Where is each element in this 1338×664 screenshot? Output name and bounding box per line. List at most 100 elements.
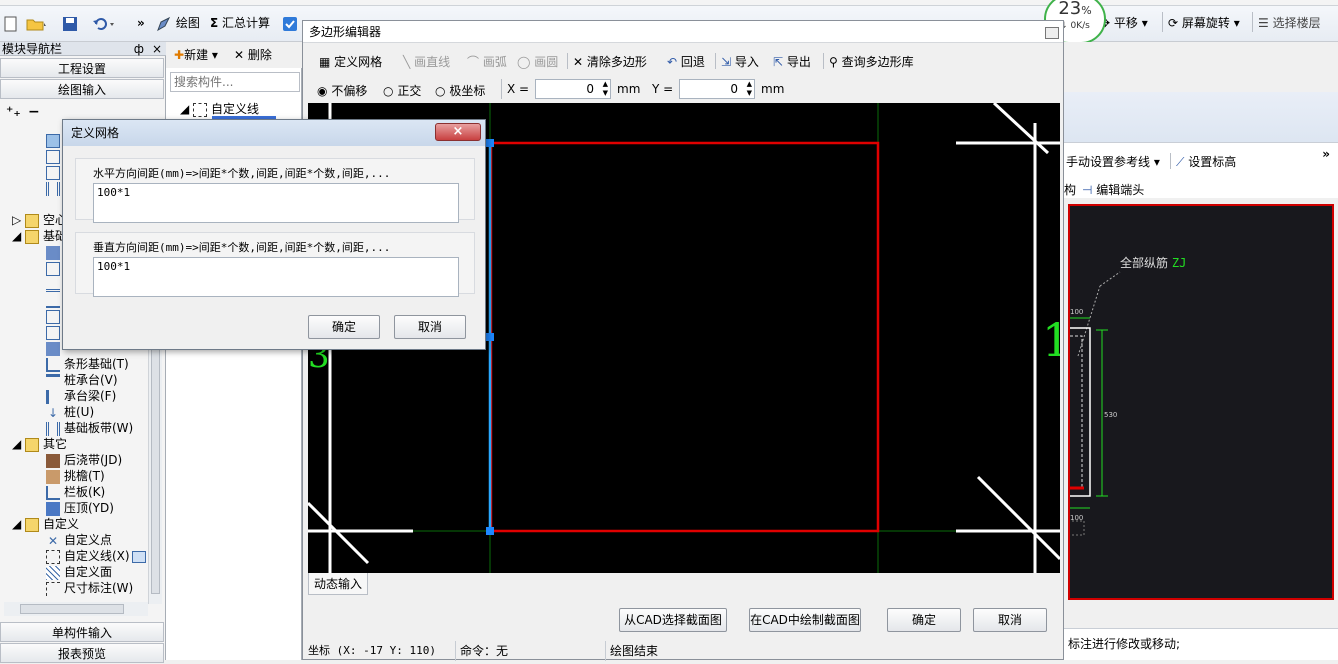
pin-icon[interactable]: ф [134,42,144,56]
component-icon [46,278,60,292]
close-icon[interactable]: × [152,42,162,56]
draw-button[interactable]: 绘图 [156,12,200,34]
open-folder-icon[interactable] [26,12,48,34]
check-icon[interactable] [282,12,298,34]
tree-item-pile[interactable]: ↓ 桩(U) [46,404,94,420]
draw-line-label: 画直线 [414,55,451,69]
network-percent: 23 [1058,0,1082,19]
tree-group-empty[interactable]: ▷ 空心 [12,212,67,228]
tree-horizontal-scrollbar[interactable] [4,602,148,616]
component-search-input[interactable] [170,72,300,92]
new-file-icon[interactable] [4,12,18,34]
more-tools-icon[interactable]: » [1322,147,1330,161]
scrollbar-thumb[interactable] [20,604,124,614]
toolbar-overflow-icon[interactable]: » [137,12,145,34]
radio-ortho[interactable]: ○ 正交 [383,82,421,99]
toolbar-separator [567,53,568,69]
section-preview-canvas[interactable]: 全部纵筋 ZJ 100 530 100 [1059,204,1334,600]
drawing-input-button[interactable]: 绘图输入 [0,79,164,99]
tree-item-custom-face[interactable]: 自定义面 [46,564,112,580]
dialog-cancel-button[interactable]: 取消 [394,315,466,339]
draw-arc-button[interactable]: ⌒ 画弧 [467,53,507,70]
editor-coordinate-bar: ◉ 不偏移 ○ 正交 ○ 极坐标 X = 0 ▲ ▼ mm Y = 0 ▲ ▼ mm [307,77,1061,101]
radio-polar[interactable]: ○ 极坐标 [435,82,485,99]
tree-item-balustrade[interactable]: 栏板(K) [46,484,105,500]
export-icon: ⇱ [773,55,784,69]
report-preview-button[interactable]: 报表预览 [0,643,164,663]
draw-arc-label: 画弧 [482,55,507,69]
x-unit: mm [617,82,641,96]
editor-toolbar: ▦ 定义网格 ╲ 画直线 ⌒ 画弧 ◯ 画圆 ✕ 清除多边形 ↶ 回退 ⇲ 导入… [307,49,1061,73]
sum-calc-label: 汇总计算 [222,16,271,30]
single-component-input-button[interactable]: 单构件输入 [0,622,164,642]
clear-polygon-button[interactable]: ✕ 清除多边形 [573,53,647,70]
tree-item-custom-point[interactable]: ✕ 自定义点 [46,532,112,548]
grid-icon: ▦ [319,55,331,69]
draw-section-in-cad-button[interactable]: 在CAD中绘制截面图 [749,608,861,632]
editor-cancel-button[interactable]: 取消 [973,608,1047,632]
vertical-spacing-input[interactable]: 100*1 [93,257,459,297]
select-floor-button[interactable]: ☰ 选择楼层 [1258,12,1321,34]
tree-item-cornice[interactable]: 挑檐(T) [46,468,105,484]
network-speed: 0K/s [1070,21,1090,31]
y-value: 0 [730,82,738,96]
radio-no-offset[interactable]: ◉ 不偏移 [317,82,367,99]
y-input[interactable]: 0 ▲ ▼ [679,79,755,99]
tree-item-strip-foundation[interactable]: 条形基础(T) [46,356,129,372]
expand-all-icon[interactable]: ⁺₊ [6,104,21,120]
pan-button[interactable]: ✥ 平移 ▾ [1100,12,1148,34]
horizontal-spacing-input[interactable]: 100*1 [93,183,459,223]
component-icon [46,165,60,180]
tree-item-custom-line[interactable]: 自定义线(X) [46,548,146,564]
tree-group-other[interactable]: ◢ 其它 [12,436,67,452]
tree-item-label: 自定义点 [64,533,113,547]
select-section-from-cad-button[interactable]: 从CAD选择截面图 [619,608,727,632]
query-library-button[interactable]: ⚲ 查询多边形库 [829,53,914,70]
cornice-icon [46,469,60,484]
export-button[interactable]: ⇱ 导出 [773,53,811,70]
tree-item-coping[interactable]: 压顶(YD) [46,500,114,516]
import-button[interactable]: ⇲ 导入 [721,53,759,70]
set-elevation-button[interactable]: ⟋ 设置标高 [1176,153,1236,170]
new-component-button[interactable]: ✚新建 ▾ [174,46,218,63]
undo-button[interactable]: ↶ 回退 [667,53,705,70]
spinner-icon[interactable]: ▲ ▼ [603,80,608,98]
tree-group-foundation[interactable]: ◢ 基础 [12,228,67,244]
dialog-ok-button[interactable]: 确定 [308,315,380,339]
tree-item-pile-cap[interactable]: 桩承台(V) [46,372,118,388]
editor-ok-button[interactable]: 确定 [887,608,961,632]
tree-item-dimension[interactable]: 尺寸标注(W) [46,580,133,596]
save-icon[interactable] [62,12,78,34]
draw-line-button[interactable]: ╲ 画直线 [403,53,450,70]
define-grid-button[interactable]: ▦ 定义网格 [319,53,382,70]
export-label: 导出 [786,55,811,69]
tree-item-cap-beam[interactable]: 承台梁(F) [46,388,116,404]
rebar-code: ZJ [1171,256,1187,270]
tree-group-custom[interactable]: ◢ 自定义 [12,516,79,532]
draw-circle-button[interactable]: ◯ 画圆 [517,53,558,70]
collapse-all-icon[interactable]: − [28,104,40,120]
tree-item-foundation-band[interactable]: 基础板带(W) [46,420,133,436]
pan-label: 平移 [1113,16,1138,30]
component-item-custom-line[interactable]: ◢ 自定义线 [180,100,259,117]
folder-open-icon [25,437,40,452]
dialog-close-button[interactable]: × [435,123,481,141]
x-input[interactable]: 0 ▲ ▼ [535,79,611,99]
folder-open-icon [25,517,40,532]
undo-icon[interactable] [92,12,116,34]
section-preview-drawing [1059,271,1121,536]
sum-calc-button[interactable]: Σ 汇总计算 [210,12,270,34]
project-settings-button[interactable]: 工程设置 [0,58,164,78]
set-reference-line-button[interactable]: 手动设置参考线 ▾ [1066,153,1160,170]
window-restore-icon[interactable] [1045,27,1059,39]
dynamic-input-tab[interactable]: 动态输入 [308,573,368,595]
add-icon: ✚ [174,48,185,62]
delete-component-button[interactable]: ✕ 删除 [234,46,272,63]
spinner-icon[interactable]: ▲ ▼ [747,80,752,98]
tree-item-post-pour[interactable]: 后浇带(JD) [46,452,122,468]
edit-end-button[interactable]: ⊣ 编辑端头 [1082,181,1144,198]
radio-ortho-label: 正交 [397,84,422,98]
rotate-screen-button[interactable]: ⟳ 屏幕旋转 ▾ [1168,12,1240,34]
grid-view-icon[interactable] [131,550,146,563]
radio-unchecked-icon: ○ [435,84,446,98]
